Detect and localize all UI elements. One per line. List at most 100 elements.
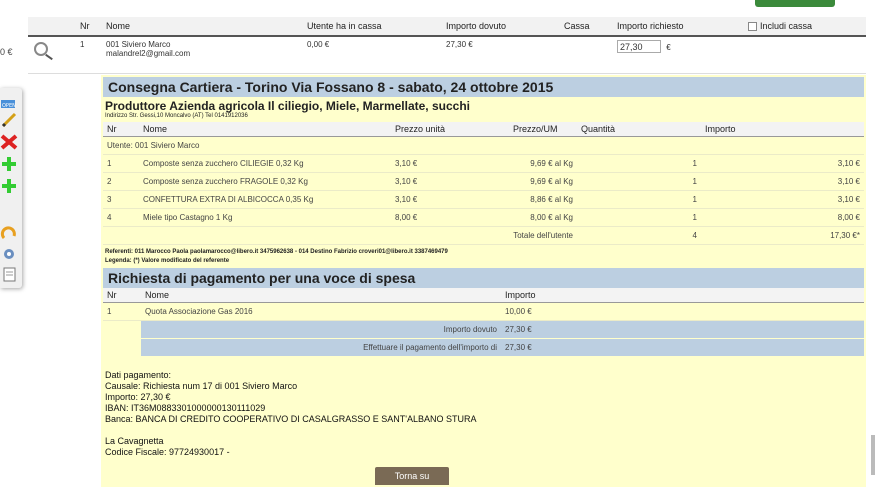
item-prezzo: 8,00 €: [391, 208, 509, 227]
col-nr: Nr: [76, 17, 102, 37]
totale-row: Totale dell'utente 4 17,30 €*: [103, 226, 864, 245]
notes: Referenti: 011 Marocco Paola paolamarocc…: [101, 248, 866, 266]
dati-cf: Codice Fiscale: 97724930017 -: [105, 447, 230, 457]
dati-iban: IBAN: IT36M0883301000000130111029: [105, 403, 266, 413]
importo-richiesto-input[interactable]: [617, 40, 661, 53]
dati-importo: Importo: 27,30 €: [105, 392, 171, 402]
totale-label: Totale dell'utente: [509, 226, 577, 245]
item-nr: 1: [103, 154, 139, 173]
row-name-cell: 001 Siviero Marco malandrel2@gmail.com: [102, 36, 303, 74]
totale-qta: 4: [577, 226, 701, 245]
utente-label: Utente: 001 Siviero Marco: [103, 136, 864, 155]
consegna-title: Consegna Cartiera - Torino Via Fossano 8…: [103, 77, 864, 97]
col-importo-dovuto: Importo dovuto: [442, 17, 560, 37]
includi-cassa-checkbox[interactable]: [748, 22, 757, 32]
pay-col-nome: Nome: [141, 288, 501, 303]
includi-cassa-label: Includi cassa: [760, 20, 813, 31]
pagamento-table: Nr Nome Importo 1 Quota Associazione Gas…: [103, 288, 864, 356]
producer-address: Indirizzo Str. Gessi,10 Moncalvo (AT) Te…: [105, 113, 248, 119]
dati-heading: Dati pagamento:: [105, 370, 172, 380]
edit-icon[interactable]: [0, 112, 18, 128]
users-table: Nr Nome Utente ha in cassa Importo dovut…: [28, 17, 866, 74]
add-icon-2[interactable]: [0, 178, 18, 194]
items-col-nome: Nome: [139, 122, 391, 137]
pay-col-importo: Importo: [501, 288, 864, 303]
item-nome: Composte senza zucchero FRAGOLE 0,32 Kg: [139, 172, 391, 191]
effettuare-label: Effettuare il pagamento dell'importo di: [141, 338, 501, 356]
items-col-importo: Importo: [701, 122, 864, 137]
pay-nr: 1: [103, 302, 141, 321]
item-qta: 1: [577, 190, 701, 209]
dati-banca: Banca: BANCA DI CREDITO COOPERATIVO DI C…: [105, 414, 477, 424]
document-icon[interactable]: [0, 266, 18, 282]
items-col-prezzo: Prezzo unità: [391, 122, 509, 137]
item-prezzo-um: 9,69 € al Kg: [509, 172, 577, 191]
scrollbar[interactable]: [871, 435, 875, 475]
item-importo: 3,10 €: [701, 172, 864, 191]
table-row: 1 Quota Associazione Gas 2016 10,00 €: [103, 302, 864, 321]
table-row: 1 Composte senza zucchero CILIEGIE 0,32 …: [103, 154, 864, 173]
item-importo: 3,10 €: [701, 190, 864, 209]
details-panel: Consegna Cartiera - Torino Via Fossano 8…: [101, 75, 866, 487]
col-cassa: Cassa: [560, 17, 613, 37]
item-prezzo: 3,10 €: [391, 172, 509, 191]
item-nome: Miele tipo Castagno 1 Kg: [139, 208, 391, 227]
item-prezzo-um: 9,69 € al Kg: [509, 154, 577, 173]
referenti: Referenti: 011 Marocco Paola paolamarocc…: [105, 249, 448, 255]
dati-pagamento: Dati pagamento: Causale: Richiesta num 1…: [101, 370, 866, 458]
item-importo: 8,00 €: [701, 208, 864, 227]
row-utente-cassa: 0,00 €: [303, 36, 442, 74]
magnifier-icon[interactable]: [34, 42, 48, 56]
item-importo: 3,10 €: [701, 154, 864, 173]
item-nr: 4: [103, 208, 139, 227]
items-col-quantita: Quantità: [577, 122, 701, 137]
items-table: Nr Nome Prezzo unità Prezzo/UM Quantità …: [103, 122, 864, 245]
delete-icon[interactable]: [0, 134, 18, 150]
row-importo-richiesto-cell: €: [613, 36, 744, 74]
item-nr: 3: [103, 190, 139, 209]
add-icon[interactable]: [0, 156, 18, 172]
pay-importo: 10,00 €: [501, 302, 864, 321]
settings-icon[interactable]: [0, 246, 18, 262]
item-prezzo: 3,10 €: [391, 190, 509, 209]
row-cassa: [560, 36, 613, 74]
item-qta: 1: [577, 154, 701, 173]
table-row: 2 Composte senza zucchero FRAGOLE 0,32 K…: [103, 172, 864, 191]
item-prezzo: 3,10 €: [391, 154, 509, 173]
table-row: 4 Miele tipo Castagno 1 Kg 8,00 € 8,00 €…: [103, 208, 864, 227]
side-toolbar: OPEN: [0, 88, 22, 288]
col-icon: [28, 17, 76, 37]
producer-name: Produttore Azienda agricola Il ciliegio,…: [105, 99, 470, 113]
item-qta: 1: [577, 172, 701, 191]
importo-dovuto-value: 27,30 €: [501, 320, 864, 339]
row-name: 001 Siviero Marco: [106, 40, 171, 49]
item-nr: 2: [103, 172, 139, 191]
item-nome: Composte senza zucchero CILIEGIE 0,32 Kg: [139, 154, 391, 173]
effettuare-value: 27,30 €: [501, 338, 864, 356]
col-nome: Nome: [102, 17, 303, 37]
open-icon[interactable]: OPEN: [0, 96, 18, 112]
row-importo-dovuto: 27,30 €: [442, 36, 560, 74]
item-prezzo-um: 8,86 € al Kg: [509, 190, 577, 209]
dati-org: La Cavagnetta: [105, 436, 164, 446]
col-includi-cassa: Includi cassa: [744, 17, 866, 37]
row-nr: 1: [76, 36, 102, 74]
item-prezzo-um: 8,00 € al Kg: [509, 208, 577, 227]
col-importo-richiesto: Importo richiesto: [613, 17, 744, 37]
svg-text:OPEN: OPEN: [2, 103, 16, 109]
item-qta: 1: [577, 208, 701, 227]
pagamento-title: Richiesta di pagamento per una voce di s…: [103, 268, 864, 288]
pay-nome: Quota Associazione Gas 2016: [141, 302, 501, 321]
left-amount: 0 €: [0, 47, 13, 57]
items-col-prezzo-um: Prezzo/UM: [509, 122, 577, 137]
torna-su-button[interactable]: Torna su: [375, 467, 449, 485]
legenda: Legenda: (*) Valore modificato del refer…: [105, 258, 230, 264]
item-nome: CONFETTURA EXTRA DI ALBICOCCA 0,35 Kg: [139, 190, 391, 209]
importo-dovuto-row: Importo dovuto 27,30 €: [103, 320, 864, 339]
items-col-nr: Nr: [103, 122, 139, 137]
currency-symbol: €: [666, 42, 671, 52]
refresh-icon[interactable]: [0, 226, 18, 242]
utente-row: Utente: 001 Siviero Marco: [103, 136, 864, 155]
top-action-button[interactable]: [755, 0, 835, 7]
totale-importo: 17,30 €*: [701, 226, 864, 245]
